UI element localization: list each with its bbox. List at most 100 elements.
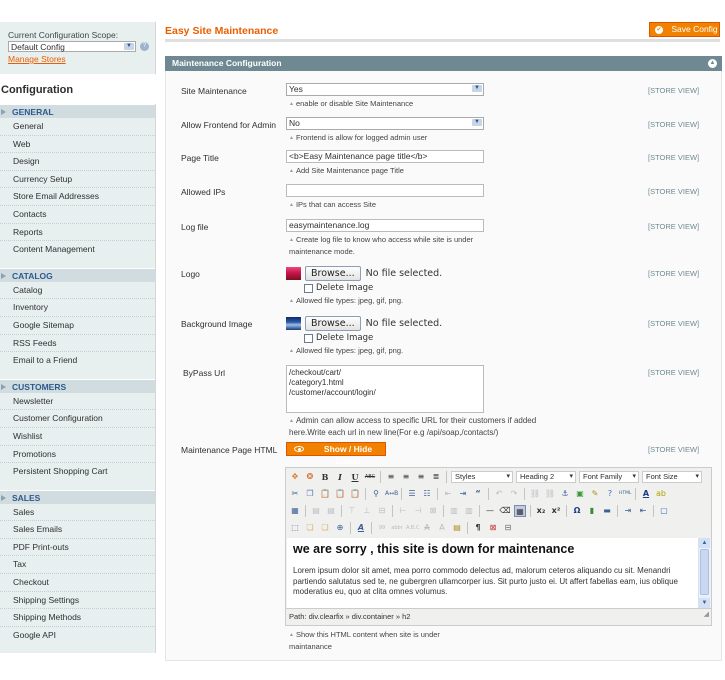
ltr-icon[interactable]: ⇥	[622, 505, 634, 517]
unlink-icon[interactable]: ⛓	[544, 488, 556, 500]
help-icon[interactable]: ?	[140, 42, 149, 51]
link-icon[interactable]: ⛓	[529, 488, 541, 500]
nav-section-header[interactable]: GENERAL	[0, 104, 155, 118]
italic-icon[interactable]: I	[334, 471, 346, 483]
split-cells-icon[interactable]: ▥	[448, 505, 460, 517]
sidebar-item-sales[interactable]: Sales	[0, 504, 155, 522]
background-browse-button[interactable]: Browse...	[305, 316, 361, 331]
show-hide-editor-button[interactable]: Show / Hide Editor	[286, 442, 386, 466]
editor-content[interactable]: we are sorry , this site is down for mai…	[287, 538, 699, 608]
special-char-icon[interactable]: Ω	[571, 505, 583, 517]
font-size-dropdown[interactable]: Font Size	[642, 470, 702, 483]
variable-icon[interactable]: ❂	[304, 471, 316, 483]
cell-props-icon[interactable]: ▤	[325, 505, 337, 517]
remove-format-icon[interactable]: ⌫	[499, 505, 511, 517]
delete-row-icon[interactable]: ⊟	[376, 505, 388, 517]
sidebar-item-store-email-addresses[interactable]: Store Email Addresses	[0, 188, 155, 206]
allowed-ips-input[interactable]	[286, 184, 484, 197]
format-dropdown[interactable]: Heading 2	[516, 470, 576, 483]
visual-aid-icon[interactable]: ▦	[514, 504, 526, 517]
acronym-icon[interactable]: A.B.C	[406, 522, 419, 534]
align-justify-icon[interactable]: ≣	[430, 471, 442, 483]
paste-word-icon[interactable]: 📋	[349, 488, 361, 500]
sidebar-item-inventory[interactable]: Inventory	[0, 299, 155, 317]
anchor-icon[interactable]: ⚓	[559, 488, 571, 500]
collapse-icon[interactable]: ▲	[708, 59, 717, 68]
show-blocks-icon[interactable]: ¶	[472, 522, 484, 534]
bold-icon[interactable]: B	[319, 471, 331, 483]
nav-section-header[interactable]: SALES	[0, 489, 155, 504]
copy-icon[interactable]: ❐	[304, 488, 316, 500]
cite-icon[interactable]: 99	[376, 522, 388, 534]
cleanup-icon[interactable]: ✎	[589, 488, 601, 500]
nav-section-header[interactable]: CATALOG	[0, 267, 155, 282]
scroll-thumb[interactable]	[700, 549, 709, 595]
align-right-icon[interactable]: ≡	[415, 471, 427, 483]
sidebar-item-general[interactable]: General	[0, 118, 155, 136]
align-left-icon[interactable]: ≡	[385, 471, 397, 483]
font-family-dropdown[interactable]: Font Family	[579, 470, 639, 483]
move-forward-icon[interactable]: ❏	[304, 522, 316, 534]
scope-select[interactable]: Default Config ▼	[8, 41, 136, 52]
log-file-input[interactable]: easymaintenance.log	[286, 219, 484, 232]
sidebar-item-promotions[interactable]: Promotions	[0, 446, 155, 464]
logo-thumbnail[interactable]	[286, 267, 301, 280]
superscript-icon[interactable]: x²	[550, 505, 562, 517]
redo-icon[interactable]: ↷	[508, 488, 520, 500]
sidebar-item-catalog[interactable]: Catalog	[0, 282, 155, 300]
insert-col-before-icon[interactable]: ⊢	[397, 505, 409, 517]
sidebar-item-shipping-settings[interactable]: Shipping Settings	[0, 592, 155, 610]
sidebar-item-google-api[interactable]: Google API	[0, 627, 155, 645]
media-icon[interactable]: ▮	[586, 505, 598, 517]
styleprops-icon[interactable]: A	[355, 522, 367, 534]
resize-handle-icon[interactable]: ◢	[704, 607, 709, 623]
abbr-icon[interactable]: abbr	[391, 522, 403, 534]
insert-col-after-icon[interactable]: ⊣	[412, 505, 424, 517]
sidebar-item-currency-setup[interactable]: Currency Setup	[0, 171, 155, 189]
sidebar-item-web[interactable]: Web	[0, 136, 155, 154]
align-center-icon[interactable]: ≡	[400, 471, 412, 483]
absolute-position-icon[interactable]: ⊕	[334, 522, 346, 534]
text-color-icon[interactable]: A	[640, 488, 652, 500]
insert-layer-icon[interactable]: ⬚	[289, 522, 301, 534]
underline-icon[interactable]: U	[349, 471, 361, 483]
delete-col-icon[interactable]: ⊠	[427, 505, 439, 517]
insert-row-before-icon[interactable]: ⊤	[346, 505, 358, 517]
fullscreen-icon[interactable]: ▢	[658, 505, 670, 517]
sidebar-item-newsletter[interactable]: Newsletter	[0, 393, 155, 411]
paste-text-icon[interactable]: 📋	[334, 488, 346, 500]
styles-dropdown[interactable]: Styles	[451, 470, 513, 483]
background-thumbnail[interactable]	[286, 317, 301, 330]
bullet-list-icon[interactable]: ☰	[406, 488, 418, 500]
sidebar-item-shipping-methods[interactable]: Shipping Methods	[0, 609, 155, 627]
page-title-input[interactable]: <b>Easy Maintenance page title</b>	[286, 150, 484, 163]
page-break-icon[interactable]: ⊟	[502, 522, 514, 534]
sidebar-item-tax[interactable]: Tax	[0, 556, 155, 575]
rtl-icon[interactable]: ⇤	[637, 505, 649, 517]
template-icon[interactable]: ⊠	[487, 522, 499, 534]
ins-icon[interactable]: A	[436, 522, 448, 534]
html-source-icon[interactable]: HTML	[619, 488, 632, 500]
editor-scrollbar[interactable]: ▲ ▼	[698, 538, 710, 608]
insert-row-after-icon[interactable]: ⊥	[361, 505, 373, 517]
save-config-button[interactable]: ✔ Save Config	[649, 22, 720, 37]
scroll-up-icon[interactable]: ▲	[699, 538, 710, 548]
sidebar-item-persistent-shopping-cart[interactable]: Persistent Shopping Cart	[0, 463, 155, 481]
image-icon[interactable]: ▣	[574, 488, 586, 500]
merge-cells-icon[interactable]: ▥	[463, 505, 475, 517]
sidebar-item-customer-configuration[interactable]: Customer Configuration	[0, 410, 155, 428]
sidebar-item-pdf-print-outs[interactable]: PDF Print-outs	[0, 539, 155, 557]
background-delete-checkbox[interactable]	[304, 333, 313, 343]
sidebar-item-checkout[interactable]: Checkout	[0, 574, 155, 592]
strikethrough-icon[interactable]: ABC	[364, 471, 376, 483]
cut-icon[interactable]: ✂	[289, 488, 301, 500]
sidebar-item-contacts[interactable]: Contacts	[0, 206, 155, 224]
bypass-url-textarea[interactable]: /checkout/cart/ /category1.html /custome…	[286, 365, 484, 413]
row-props-icon[interactable]: ▤	[310, 505, 322, 517]
logo-browse-button[interactable]: Browse...	[305, 266, 361, 281]
blockquote-icon[interactable]: “	[472, 488, 484, 500]
undo-icon[interactable]: ↶	[493, 488, 505, 500]
sidebar-item-wishlist[interactable]: Wishlist	[0, 428, 155, 446]
numbered-list-icon[interactable]: ☷	[421, 488, 433, 500]
widget-icon[interactable]: ✥	[289, 471, 301, 483]
